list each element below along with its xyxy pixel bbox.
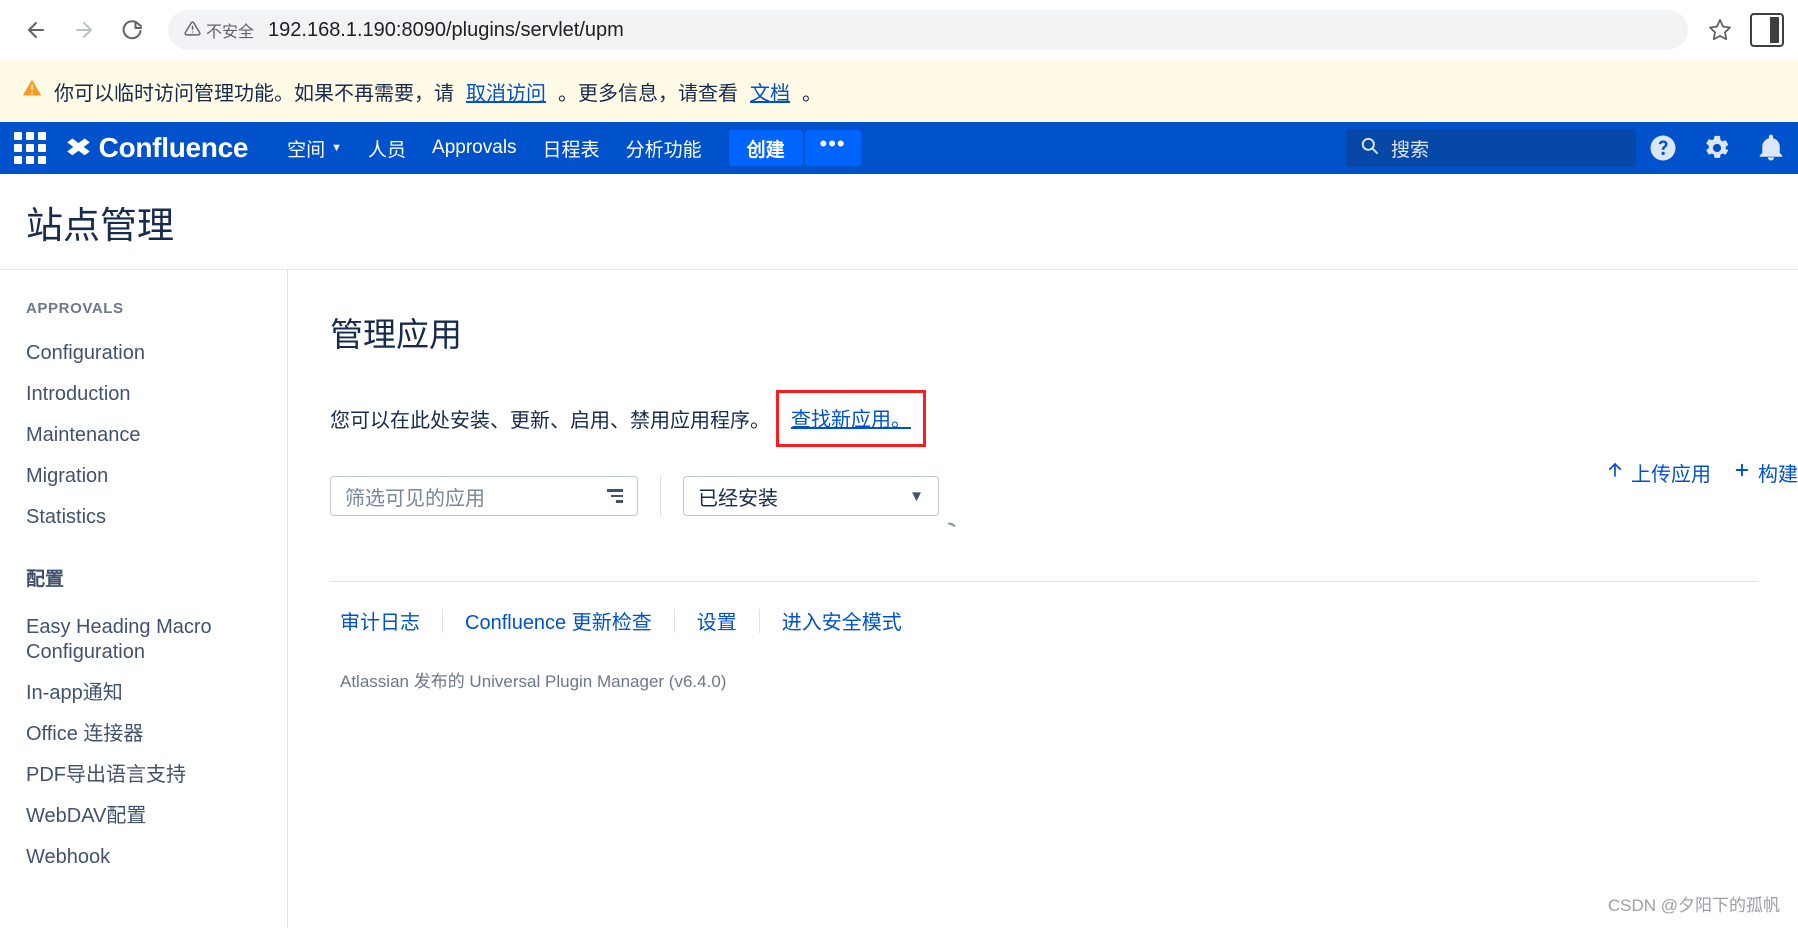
upload-arrow-icon [1606, 461, 1624, 485]
nav-item-label: 分析功能 [625, 139, 702, 161]
page-header: 站点管理 [0, 174, 1798, 270]
safe-mode-link[interactable]: 进入安全模式 [760, 606, 924, 635]
upload-app-label: 上传应用 [1631, 464, 1711, 486]
filter-apps-input[interactable]: 筛选可见的应用 [330, 476, 638, 516]
forward-icon[interactable] [62, 8, 106, 52]
app-switcher-icon[interactable] [14, 132, 46, 164]
docs-link[interactable]: 文档 [750, 77, 790, 106]
manage-apps-heading: 管理应用 [330, 316, 462, 353]
warning-triangle-icon [184, 20, 201, 41]
help-icon[interactable] [1636, 122, 1690, 174]
back-icon[interactable] [14, 8, 58, 52]
confluence-mark-icon: ✖ [64, 134, 93, 162]
apps-right-actions: 上传应用 构建 [1606, 458, 1798, 487]
page-title: 站点管理 [26, 204, 174, 246]
browser-toolbar: 不安全 192.168.1.190:8090/plugins/servlet/u… [0, 0, 1798, 60]
security-label: 不安全 [206, 24, 255, 41]
cancel-access-link[interactable]: 取消访问 [466, 77, 546, 106]
app-status-select[interactable]: 已经安装 ▼ [683, 476, 939, 516]
warning-triangle-icon [22, 78, 42, 104]
confluence-logo[interactable]: ✖ Confluence [64, 132, 249, 164]
more-menu-button[interactable]: ••• [804, 130, 861, 166]
nav-item-calendars[interactable]: 日程表 [530, 122, 613, 174]
admin-sidebar: APPROVALS Configuration Introduction Mai… [0, 270, 288, 928]
main-content: 管理应用 您可以在此处安装、更新、启用、禁用应用程序。 查找新应用。 筛选可见的… [288, 270, 1798, 928]
csdn-watermark: CSDN @夕阳下的孤帆 [1607, 896, 1780, 915]
banner-text-middle: 。更多信息，请查看 [558, 82, 738, 105]
apps-controls-row: 筛选可见的应用 已经安装 ▼ [330, 475, 1798, 517]
sidebar-item-migration[interactable]: Migration [26, 456, 256, 497]
nav-item-label: Approvals [432, 137, 517, 158]
audit-log-link[interactable]: 审计日志 [330, 606, 442, 635]
sidebar-item-easy-heading-macro-configuration[interactable]: Easy Heading Macro Configuration [26, 607, 256, 673]
brand-label: Confluence [98, 132, 249, 163]
nav-item-analytics[interactable]: 分析功能 [613, 122, 715, 174]
filter-apps-placeholder: 筛选可见的应用 [345, 487, 485, 510]
bell-icon[interactable] [1744, 122, 1798, 174]
sidebar-item-pdf-export-language-support[interactable]: PDF导出语言支持 [26, 755, 256, 796]
upm-version-note: Atlassian 发布的 Universal Plugin Manager (… [340, 672, 727, 691]
search-icon [1360, 136, 1379, 161]
build-app-label: 构建 [1758, 464, 1798, 486]
nav-item-label: 人员 [368, 139, 407, 161]
side-panel-icon[interactable] [1750, 13, 1784, 47]
banner-text-after: 。 [802, 82, 822, 105]
chevron-down-icon: ▼ [331, 142, 343, 154]
gear-icon[interactable] [1690, 122, 1744, 174]
body-wrapper: APPROVALS Configuration Introduction Mai… [0, 270, 1798, 928]
sidebar-item-statistics[interactable]: Statistics [26, 497, 256, 538]
reload-icon[interactable] [110, 8, 154, 52]
admin-access-banner: 你可以临时访问管理功能。如果不再需要，请 取消访问 。更多信息，请查看 文档 。 [0, 60, 1798, 122]
settings-link[interactable]: 设置 [675, 606, 759, 635]
confluence-update-check-link[interactable]: Confluence 更新检查 [443, 606, 674, 635]
loading-spinner [938, 520, 960, 549]
sidebar-item-in-app-notifications[interactable]: In-app通知 [26, 673, 256, 714]
sidebar-item-office-connector[interactable]: Office 连接器 [26, 714, 256, 755]
sidebar-item-webhook[interactable]: Webhook [26, 837, 256, 878]
sidebar-section-config-label: 配置 [26, 569, 65, 590]
controls-divider [660, 475, 661, 517]
filter-icon [607, 489, 623, 503]
plus-icon [1733, 461, 1751, 485]
nav-item-spaces[interactable]: 空间 ▼ [274, 122, 355, 174]
upload-app-button[interactable]: 上传应用 [1606, 458, 1711, 487]
search-input[interactable]: 搜索 [1346, 129, 1636, 167]
build-app-button[interactable]: 构建 [1733, 458, 1798, 487]
confluence-top-nav: ✖ Confluence 空间 ▼ 人员 Approvals 日程表 分析功能 … [0, 122, 1798, 174]
address-bar[interactable]: 不安全 192.168.1.190:8090/plugins/servlet/u… [168, 10, 1688, 50]
nav-item-people[interactable]: 人员 [355, 122, 419, 174]
app-status-value: 已经安装 [698, 487, 778, 510]
nav-item-label: 空间 [287, 139, 326, 161]
sidebar-item-maintenance[interactable]: Maintenance [26, 415, 256, 456]
chevron-down-icon: ▼ [909, 487, 924, 505]
star-icon[interactable] [1700, 10, 1740, 50]
manage-apps-description-row: 您可以在此处安装、更新、启用、禁用应用程序。 查找新应用。 [330, 390, 1798, 447]
apps-bottom-links: 审计日志 Confluence 更新检查 设置 进入安全模式 [330, 581, 1758, 635]
manage-apps-description: 您可以在此处安装、更新、启用、禁用应用程序。 [330, 410, 770, 432]
search-placeholder: 搜索 [1391, 139, 1430, 161]
banner-text-before: 你可以临时访问管理功能。如果不再需要，请 [54, 82, 454, 105]
url-text: 192.168.1.190:8090/plugins/servlet/upm [268, 18, 624, 41]
sidebar-item-introduction[interactable]: Introduction [26, 374, 256, 415]
sidebar-item-configuration[interactable]: Configuration [26, 333, 256, 374]
create-button[interactable]: 创建 [728, 130, 803, 166]
nav-item-label: 日程表 [542, 139, 600, 161]
find-new-apps-link[interactable]: 查找新应用。 [791, 403, 911, 432]
security-status[interactable]: 不安全 [184, 18, 268, 42]
find-new-apps-highlight: 查找新应用。 [776, 390, 926, 447]
sidebar-section-approvals-label: APPROVALS [26, 300, 124, 317]
nav-item-approvals[interactable]: Approvals [419, 122, 530, 174]
sidebar-item-webdav-configuration[interactable]: WebDAV配置 [26, 796, 256, 837]
